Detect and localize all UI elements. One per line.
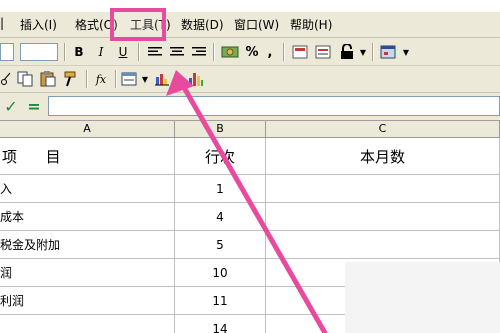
chevron-down-icon[interactable]: ▼ xyxy=(401,42,411,62)
cell-b2[interactable]: 1 xyxy=(175,175,266,203)
chart-wizard-icon[interactable] xyxy=(152,69,172,89)
cell-a1[interactable]: 项 目 xyxy=(0,138,175,175)
cell-b6[interactable]: 11 xyxy=(175,287,266,315)
bar-chart-icon[interactable] xyxy=(186,69,206,89)
cell-b7[interactable]: 14 xyxy=(175,315,266,333)
separator xyxy=(283,43,285,61)
cell-c2[interactable] xyxy=(266,175,500,203)
currency-icon[interactable] xyxy=(219,42,241,62)
highlight-box xyxy=(110,8,166,41)
bold-button[interactable]: B xyxy=(70,42,88,62)
align-left-icon[interactable] xyxy=(145,42,165,62)
column-header-c[interactable]: C xyxy=(266,121,500,138)
cell-a5[interactable]: 润 xyxy=(0,259,175,287)
cell-a3[interactable]: 成本 xyxy=(0,203,175,231)
formatting-toolbar: B I U % , ▼ ▼ xyxy=(0,38,500,66)
cell-a6[interactable]: 利润 xyxy=(0,287,175,315)
border-icon[interactable] xyxy=(290,42,310,62)
cell-c4[interactable] xyxy=(266,231,500,259)
separator xyxy=(64,43,66,61)
cell-a7[interactable] xyxy=(0,315,175,333)
insert-function-button[interactable]: fx xyxy=(91,69,111,89)
formula-input[interactable] xyxy=(48,96,500,116)
underline-button[interactable]: U xyxy=(114,42,132,62)
menu-help[interactable]: 帮助(H) xyxy=(290,16,332,33)
paste-icon[interactable] xyxy=(38,69,58,89)
cell-b5[interactable]: 10 xyxy=(175,259,266,287)
separator xyxy=(372,43,374,61)
fill-color-icon[interactable] xyxy=(313,42,333,62)
menu-data[interactable]: 数据(D) xyxy=(181,16,224,33)
chart-window-icon[interactable] xyxy=(378,42,398,62)
separator xyxy=(86,70,88,88)
italic-button[interactable]: I xyxy=(92,42,110,62)
copy-icon[interactable] xyxy=(15,69,35,89)
form-icon[interactable] xyxy=(119,69,139,89)
font-name-dropdown[interactable] xyxy=(0,43,14,61)
menu-bar-edge: | xyxy=(0,16,5,30)
chevron-down-icon[interactable]: ▼ xyxy=(140,69,150,89)
standard-toolbar: fx ▼ xyxy=(0,66,500,93)
chevron-down-icon[interactable]: ▼ xyxy=(358,42,368,62)
cell-c3[interactable] xyxy=(266,203,500,231)
enter-check-icon[interactable]: ✓ xyxy=(0,96,22,116)
lock-icon[interactable] xyxy=(338,42,356,62)
cell-b1[interactable]: 行次 xyxy=(175,138,266,175)
separator xyxy=(115,70,117,88)
cell-c1[interactable]: 本月数 xyxy=(266,138,500,175)
cell-a4[interactable]: 税金及附加 xyxy=(0,231,175,259)
comma-style-button[interactable]: , xyxy=(263,42,277,62)
cell-a2[interactable]: 入 xyxy=(0,175,175,203)
cell-b3[interactable]: 4 xyxy=(175,203,266,231)
column-header-b[interactable]: B xyxy=(175,121,266,138)
equals-button[interactable]: = xyxy=(24,96,44,116)
column-header-a[interactable]: A xyxy=(0,121,175,138)
align-right-icon[interactable] xyxy=(189,42,209,62)
formula-bar: ✓ = xyxy=(0,93,500,121)
separator xyxy=(213,43,215,61)
percent-button[interactable]: % xyxy=(243,42,261,62)
cut-icon[interactable] xyxy=(0,69,12,89)
font-size-dropdown[interactable] xyxy=(20,43,58,61)
menu-window[interactable]: 窗口(W) xyxy=(234,16,279,33)
format-painter-icon[interactable] xyxy=(61,69,81,89)
menu-bar: | 插入(I) 格式(O) 工具(T) 数据(D) 窗口(W) 帮助(H) xyxy=(0,12,500,38)
separator xyxy=(138,43,140,61)
align-center-icon[interactable] xyxy=(167,42,187,62)
image-overlay-patch xyxy=(345,262,500,333)
menu-insert[interactable]: 插入(I) xyxy=(20,16,57,33)
cell-b4[interactable]: 5 xyxy=(175,231,266,259)
